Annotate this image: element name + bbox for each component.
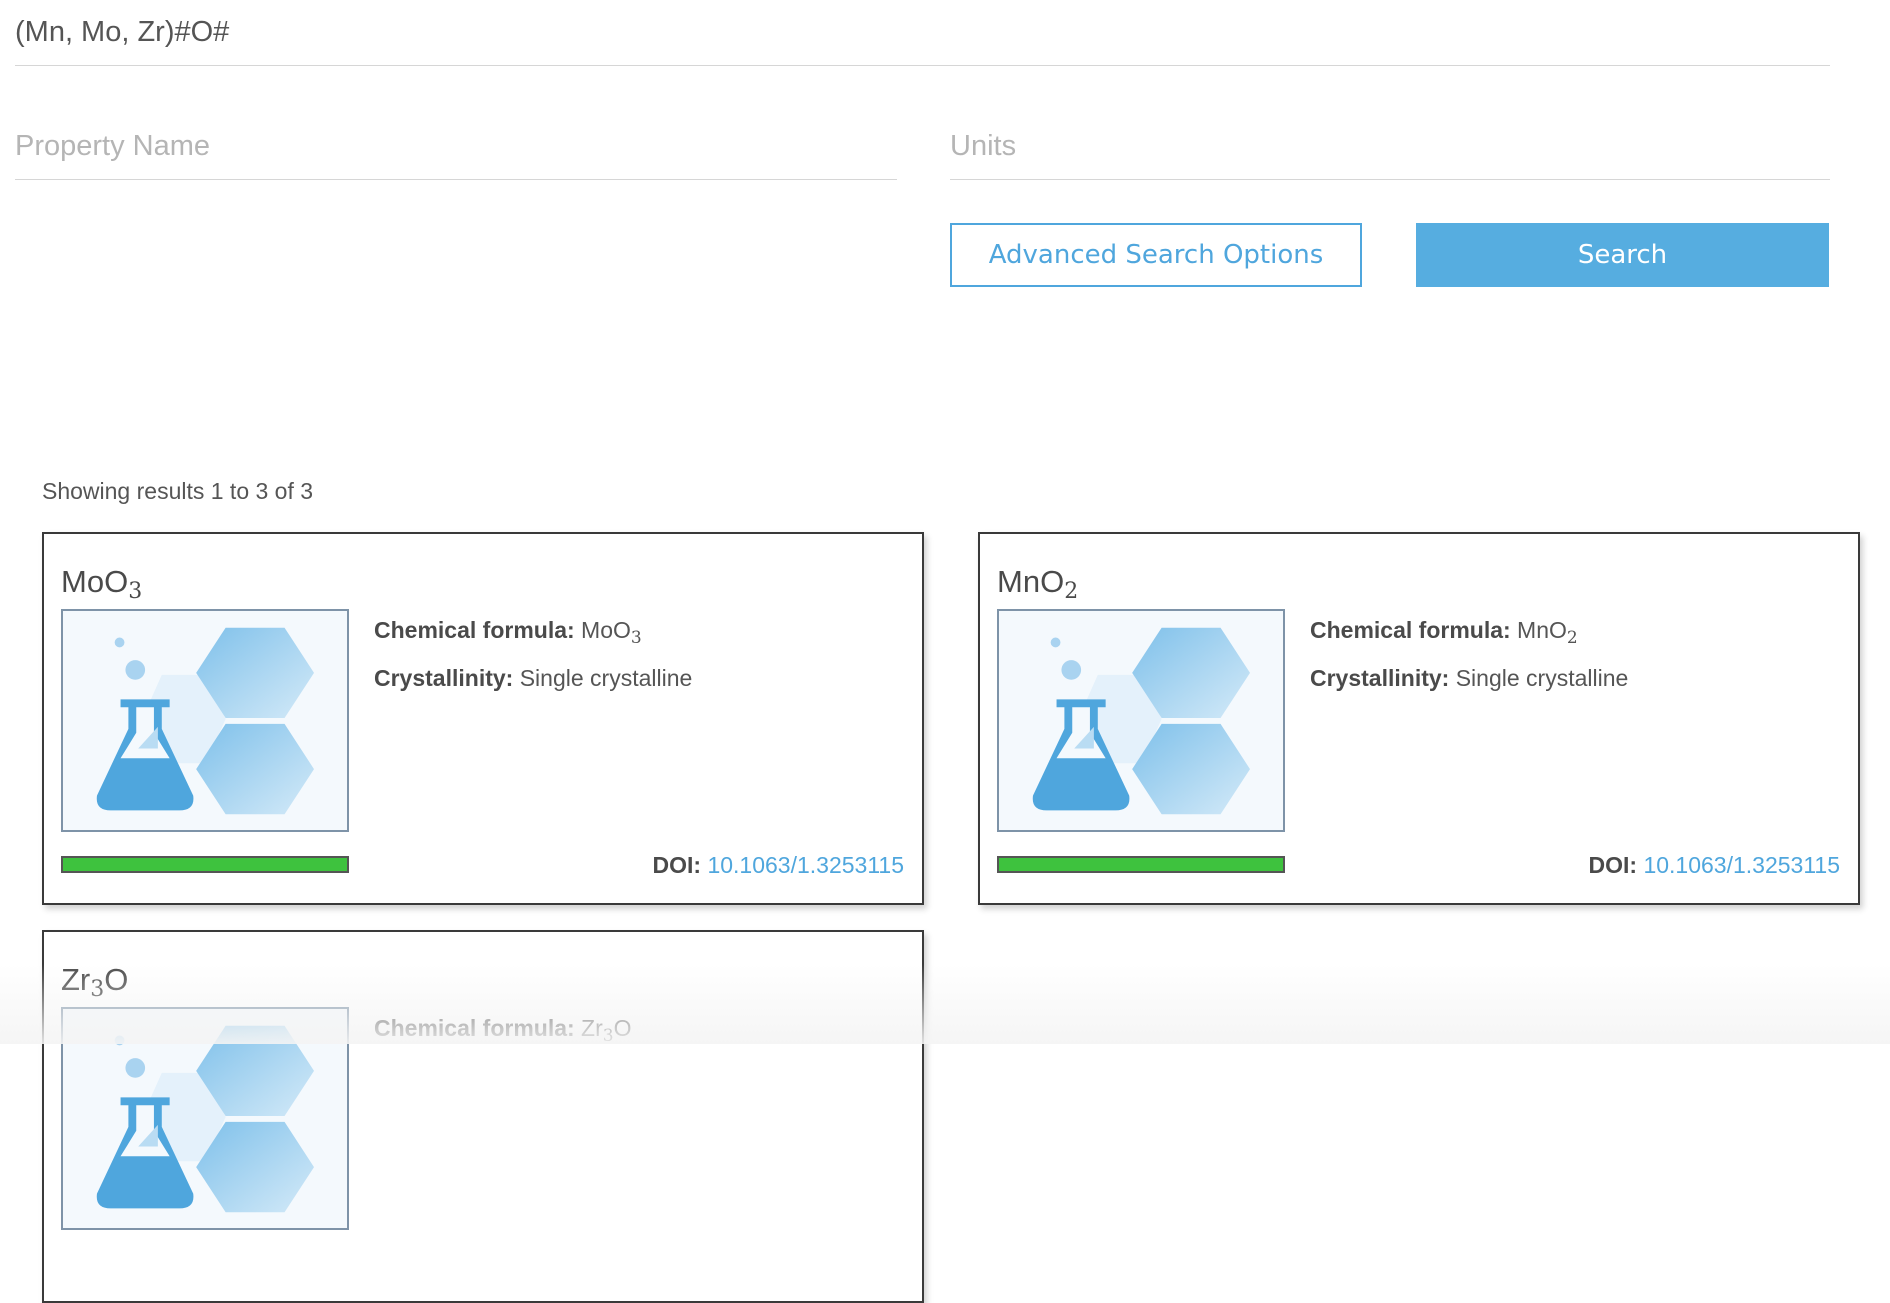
formula-label: Chemical formula: (1310, 617, 1511, 643)
title-subscript: 3 (90, 977, 105, 1002)
units-input[interactable] (950, 128, 1830, 180)
crystallinity-label: Crystallinity: (1310, 665, 1450, 691)
formula-value: MoO3 (581, 617, 642, 648)
flask-hexagon-icon (997, 609, 1285, 832)
doi-link[interactable]: 10.1063/1.3253115 (707, 852, 904, 878)
formula-value: MnO2 (1517, 617, 1578, 648)
flask-hexagon-icon (61, 1007, 349, 1230)
title-base: Zr (61, 962, 91, 997)
doi-label: DOI: (1588, 852, 1638, 878)
formula-search-input[interactable] (15, 14, 1830, 66)
search-button[interactable]: Search (1416, 223, 1829, 287)
result-card[interactable]: MoO3 Chemical formula: MoO3 Crystallinit… (42, 532, 924, 905)
result-card[interactable]: MnO2 Chemical formula: MnO2 Crystallinit… (978, 532, 1860, 905)
title-base: MoO (61, 564, 129, 599)
quality-bar (61, 856, 349, 873)
doi: DOI: 10.1063/1.3253115 (1589, 852, 1841, 879)
formula-value: Zr3O (581, 1015, 632, 1046)
result-properties: Chemical formula: Zr3O (374, 1015, 631, 1063)
formula-label: Chemical formula: (374, 1015, 575, 1041)
doi-link[interactable]: 10.1063/1.3253115 (1643, 852, 1840, 878)
quality-bar-fill (63, 858, 347, 871)
crystallinity-value: Single crystalline (519, 665, 693, 691)
result-properties: Chemical formula: MoO3 Crystallinity: Si… (374, 617, 692, 709)
result-title[interactable]: Zr3O (61, 962, 128, 1002)
advanced-search-options-button[interactable]: Advanced Search Options (950, 223, 1362, 287)
property-name-input[interactable] (15, 128, 897, 180)
title-subscript: 3 (128, 579, 143, 604)
title-base: MnO (997, 564, 1065, 599)
result-title[interactable]: MoO3 (61, 564, 142, 604)
quality-bar-fill (999, 858, 1283, 871)
crystallinity-value: Single crystalline (1455, 665, 1629, 691)
crystallinity-label: Crystallinity: (374, 665, 514, 691)
result-properties: Chemical formula: MnO2 Crystallinity: Si… (1310, 617, 1628, 709)
title-tail: O (104, 962, 129, 997)
flask-hexagon-icon (61, 609, 349, 832)
title-subscript: 2 (1064, 579, 1079, 604)
doi-label: DOI: (652, 852, 702, 878)
result-title[interactable]: MnO2 (997, 564, 1078, 604)
results-summary: Showing results 1 to 3 of 3 (42, 478, 314, 504)
formula-label: Chemical formula: (374, 617, 575, 643)
doi: DOI: 10.1063/1.3253115 (653, 852, 905, 879)
quality-bar (997, 856, 1285, 873)
result-card[interactable]: Zr3O Chemical formula: Zr3O (42, 930, 924, 1303)
